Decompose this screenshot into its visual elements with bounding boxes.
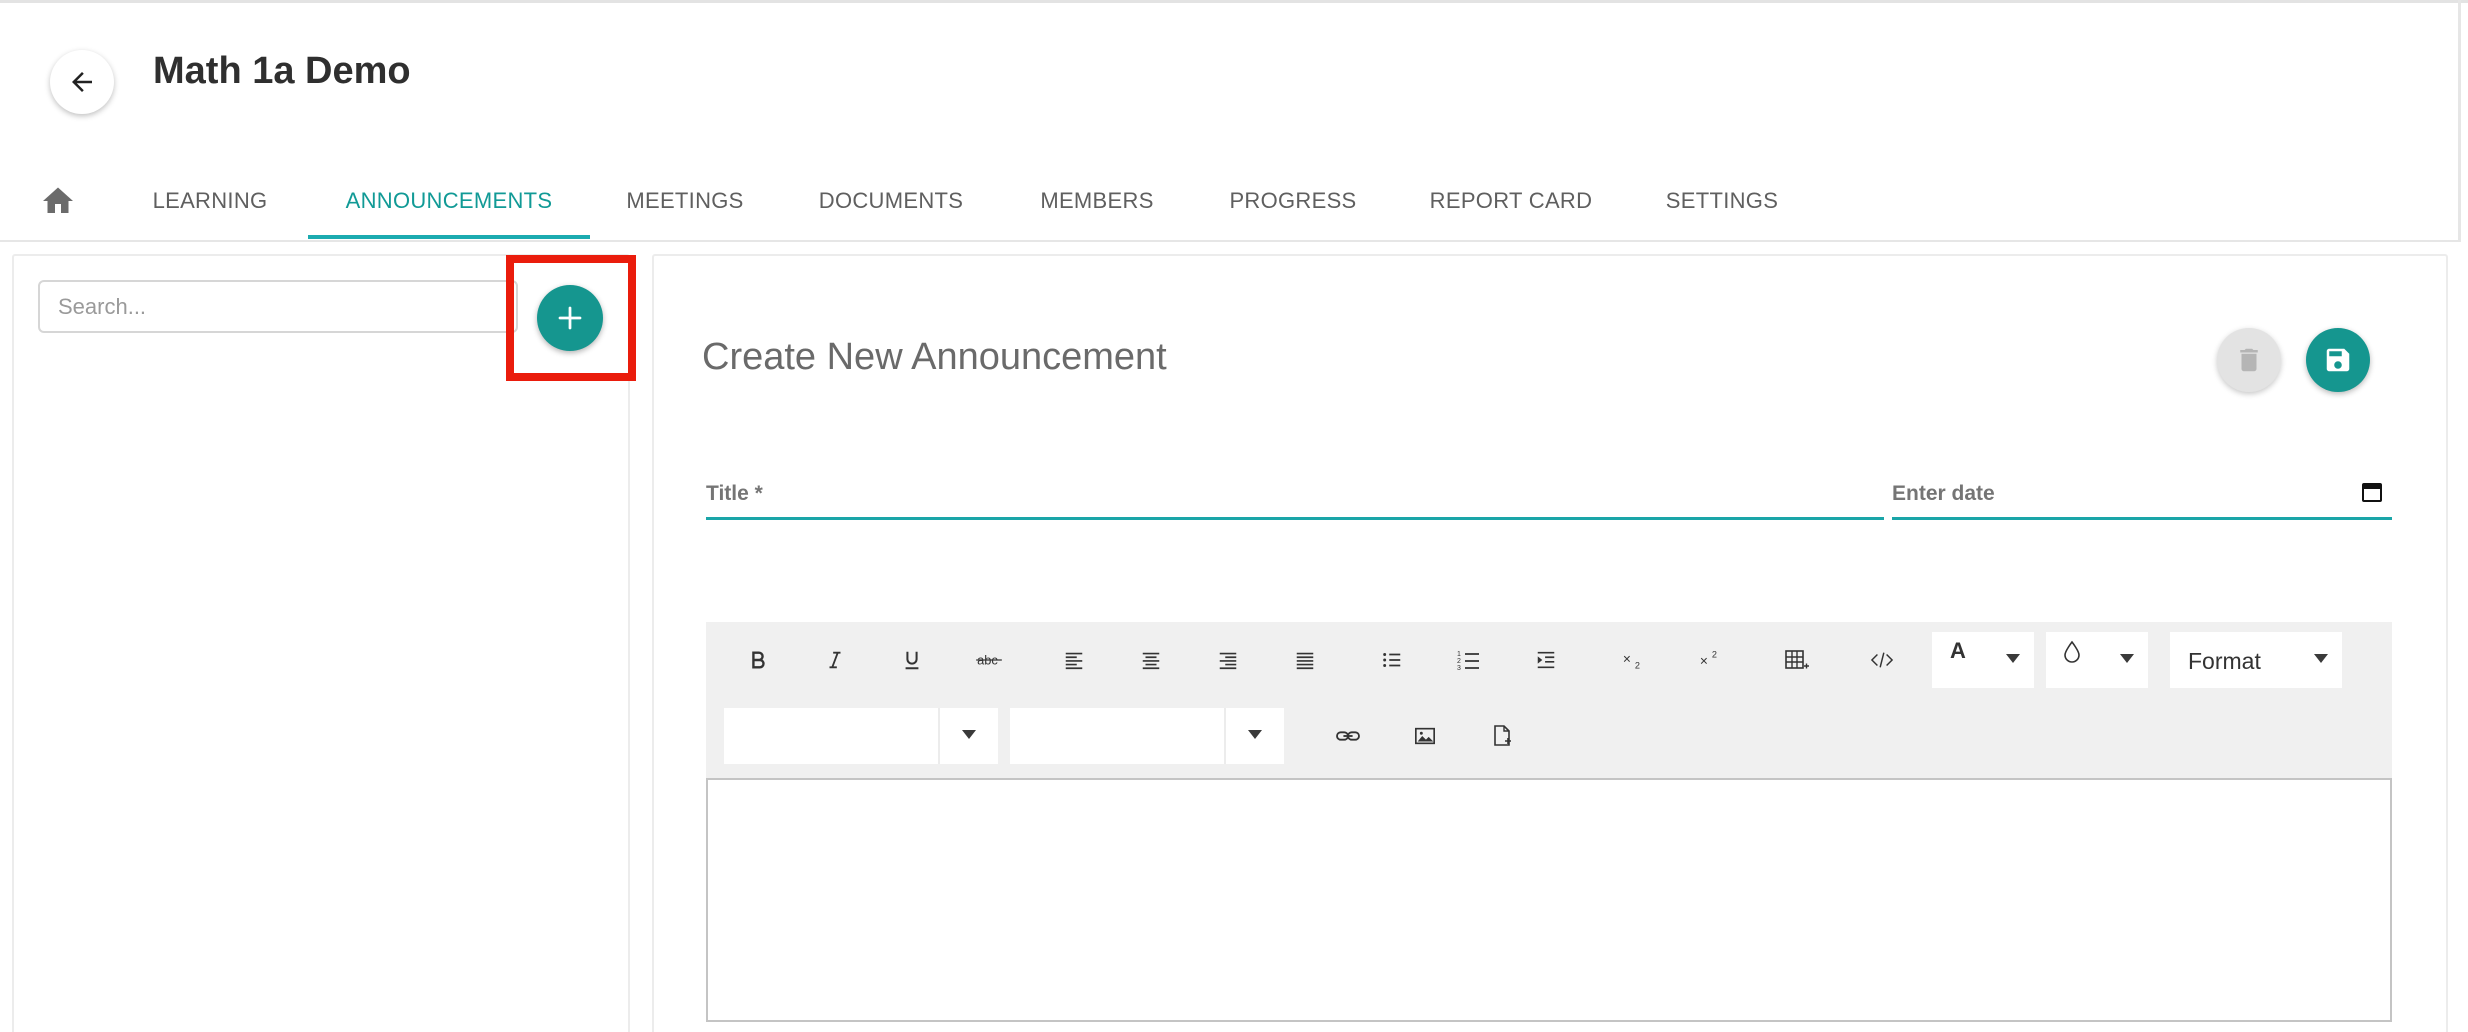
bullet-list-icon [1383,653,1401,667]
highlight-color-dropdown[interactable] [2046,632,2148,688]
add-announcement-button[interactable] [537,285,603,351]
tab-announcements[interactable]: ANNOUNCEMENTS [308,160,590,242]
svg-text:2: 2 [1635,660,1640,670]
text-color-icon: A [1950,638,1966,663]
floppy-disk-icon [2326,348,2350,372]
tab-home[interactable] [30,160,86,242]
table-icon [1785,650,1809,669]
underline-button[interactable] [890,638,934,682]
dropdown-separator [1224,708,1226,764]
tab-progress[interactable]: PROGRESS [1218,160,1368,242]
bold-button[interactable] [736,638,780,682]
droplet-icon [2064,640,2080,663]
calendar-icon[interactable] [2360,480,2384,504]
tab-learning[interactable]: LEARNING [130,160,290,242]
chevron-down-icon [2006,654,2020,663]
plus-icon [558,306,582,330]
insert-table-button[interactable] [1775,638,1819,682]
editor-toolbar: abc 123 × 2 × 2 A Format [706,622,2392,778]
tab-meetings[interactable]: MEETINGS [612,160,758,242]
search-input[interactable] [38,280,518,333]
header-top-border [0,0,2468,3]
title-field-label: Title * [706,482,763,505]
align-center-button[interactable] [1129,638,1173,682]
italic-icon [829,651,841,669]
chevron-down-icon [962,730,976,739]
tab-settings[interactable]: SETTINGS [1652,160,1792,242]
subscript-button[interactable]: × 2 [1611,638,1655,682]
form-heading: Create New Announcement [702,336,1167,378]
page-title: Math 1a Demo [153,50,411,92]
link-icon [1336,731,1360,741]
arrow-left-icon [72,72,92,92]
trash-icon [2240,348,2258,372]
format-dropdown[interactable]: Format [2170,632,2342,688]
font-family-dropdown[interactable] [724,708,998,764]
underline-icon [905,651,919,670]
save-button[interactable] [2306,328,2370,392]
numbered-list-icon: 123 [1457,651,1479,672]
title-field[interactable]: Title * [706,470,1884,520]
home-icon [43,187,73,213]
strikethrough-button[interactable]: abc [967,638,1011,682]
svg-text:2: 2 [1712,649,1717,659]
chevron-down-icon [2120,654,2134,663]
insert-link-button[interactable] [1326,714,1370,758]
editor-content-area[interactable] [706,778,2392,1022]
align-right-icon [1219,652,1237,670]
superscript-icon: × 2 [1700,649,1717,669]
date-field-label: Enter date [1892,482,1995,505]
align-justify-button[interactable] [1283,638,1327,682]
date-field[interactable]: Enter date [1892,470,2392,520]
bold-icon [752,651,765,669]
chevron-down-icon [2314,654,2328,663]
tabs-divider [0,240,2458,242]
svg-text:2: 2 [1457,658,1461,665]
bullet-list-button[interactable] [1370,638,1414,682]
tab-report-card[interactable]: REPORT CARD [1416,160,1606,242]
chevron-down-icon [1248,730,1262,739]
tab-members[interactable]: MEMBERS [1020,160,1174,242]
italic-button[interactable] [813,638,857,682]
strikethrough-icon: abc [976,653,1002,668]
svg-text:1: 1 [1457,651,1461,658]
app-window: Math 1a Demo LEARNING ANNOUNCEMENTS MEET… [0,0,2468,1032]
align-center-icon [1142,652,1160,670]
code-icon [1870,652,1894,668]
active-tab-indicator [308,235,590,239]
svg-text:×: × [1623,652,1631,667]
delete-button[interactable] [2217,328,2281,392]
align-right-button[interactable] [1206,638,1250,682]
tab-documents[interactable]: DOCUMENTS [804,160,978,242]
indent-button[interactable] [1524,638,1568,682]
format-dropdown-label: Format [2188,648,2261,674]
font-size-dropdown[interactable] [1010,708,1284,764]
align-left-icon [1065,652,1083,670]
indent-icon [1537,651,1555,669]
image-icon [1415,727,1435,745]
svg-text:3: 3 [1457,665,1461,672]
subscript-icon: × 2 [1623,652,1640,671]
file-add-icon [1494,725,1511,746]
tab-bar: LEARNING ANNOUNCEMENTS MEETINGS DOCUMENT… [0,160,2458,242]
align-justify-icon [1296,652,1314,670]
insert-image-button[interactable] [1403,714,1447,758]
code-view-button[interactable] [1860,638,1904,682]
superscript-button[interactable]: × 2 [1688,638,1732,682]
svg-text:×: × [1700,654,1708,669]
header-right-border [2458,0,2461,242]
dropdown-separator [938,708,940,764]
align-left-button[interactable] [1052,638,1096,682]
text-color-dropdown[interactable]: A [1932,632,2034,688]
insert-file-button[interactable] [1480,714,1524,758]
back-button[interactable] [50,50,114,114]
numbered-list-button[interactable]: 123 [1447,638,1491,682]
